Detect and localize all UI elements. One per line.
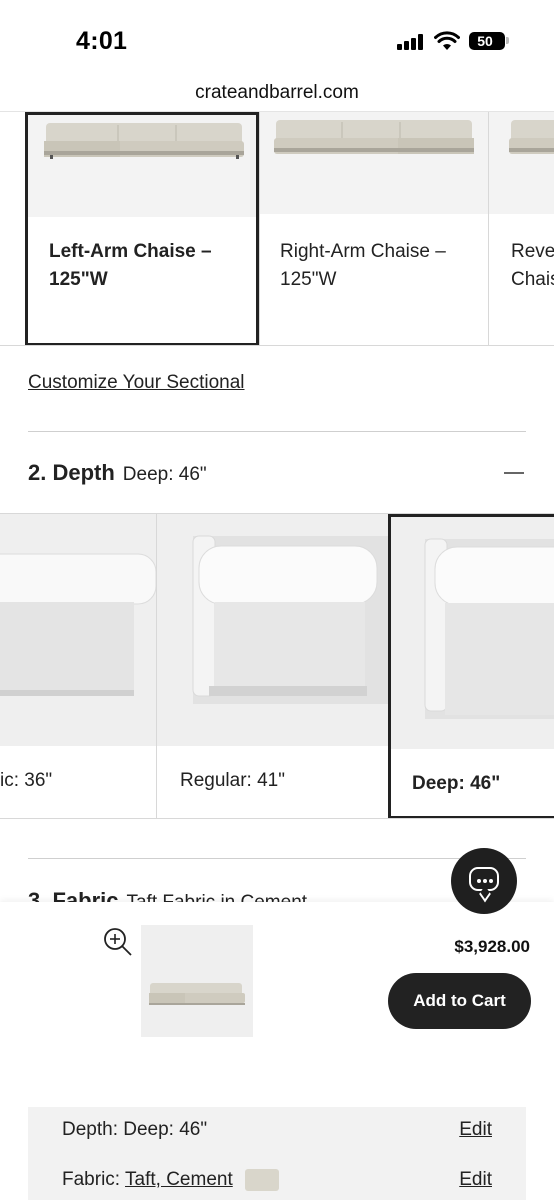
url-text: crateandbarrel.com (195, 82, 359, 103)
summary-depth: Depth: Deep: 46" (62, 1119, 208, 1140)
depth-option-label: Regular: 41" (180, 770, 285, 791)
battery-icon: 50 (469, 32, 505, 50)
depth-selected-value: Deep: 46" (122, 464, 207, 485)
sofa-image-icon (509, 120, 554, 154)
sofa-image-icon (274, 120, 474, 154)
config-option-label: Reve Chais (511, 241, 554, 290)
depth-section-title: 2. Depth (28, 460, 115, 485)
product-image (260, 112, 488, 214)
depth-option-classic[interactable]: ic: 36" (0, 514, 156, 818)
customize-sectional-link[interactable]: Customize Your Sectional (28, 372, 245, 394)
sofa-thumbnail-icon (149, 983, 245, 1005)
sofa-depth-image-icon (192, 535, 389, 704)
selection-summary: Depth: Deep: 46" Edit Fabric: Taft, Ceme… (28, 1107, 526, 1200)
config-option-reversible[interactable]: Reve Chais (489, 112, 554, 345)
add-to-cart-button[interactable]: Add to Cart (388, 973, 531, 1029)
battery-tip (506, 37, 509, 44)
depth-image (391, 517, 554, 749)
status-time: 4:01 (76, 27, 128, 55)
chat-icon (469, 867, 499, 891)
cellular-signal-icon (397, 34, 425, 50)
depth-image (0, 514, 156, 746)
sofa-depth-image-icon (0, 553, 156, 696)
section-divider (28, 431, 526, 432)
depth-carousel[interactable]: ic: 36" Regular: 41" Deep: 46" (0, 513, 554, 819)
zoom-in-icon[interactable] (103, 927, 133, 957)
product-image (489, 112, 554, 214)
browser-url-bar[interactable]: crateandbarrel.com (0, 74, 554, 112)
chat-button[interactable] (451, 848, 517, 914)
summary-fabric: Fabric: Taft, Cement (62, 1169, 279, 1191)
summary-fabric-link[interactable]: Taft, Cement (125, 1169, 233, 1190)
depth-image (157, 514, 389, 746)
battery-level: 50 (477, 33, 493, 49)
depth-option-deep[interactable]: Deep: 46" (388, 514, 554, 818)
summary-fabric-prefix: Fabric: (62, 1169, 126, 1191)
sofa-depth-image-icon (424, 538, 554, 719)
config-option-right-arm[interactable]: Right-Arm Chaise – 125"W (260, 112, 488, 345)
edit-fabric-link[interactable]: Edit (459, 1169, 492, 1191)
product-image (28, 115, 256, 217)
sofa-image-icon (44, 123, 244, 159)
depth-option-regular[interactable]: Regular: 41" (157, 514, 389, 818)
edit-depth-link[interactable]: Edit (459, 1119, 492, 1141)
config-option-label: Right-Arm Chaise – 125"W (280, 241, 446, 290)
config-option-label: Left-Arm Chaise – 125"W (49, 241, 212, 290)
config-option-left-arm[interactable]: Left-Arm Chaise – 125"W (25, 112, 259, 345)
collapse-icon[interactable] (504, 472, 524, 474)
status-bar: 4:01 50 (0, 0, 554, 74)
depth-section-header[interactable]: 2. Depth Deep: 46" (28, 460, 207, 486)
configuration-carousel[interactable]: Left-Arm Chaise – 125"W Right-Arm Chaise… (0, 112, 554, 346)
product-thumbnail[interactable] (141, 925, 253, 1037)
price-total: $3,928.00 (454, 937, 530, 956)
wifi-icon (434, 31, 460, 50)
fabric-swatch (244, 1169, 279, 1191)
section-divider (28, 858, 526, 859)
depth-option-label: Deep: 46" (412, 773, 501, 794)
depth-option-label: ic: 36" (0, 770, 53, 791)
